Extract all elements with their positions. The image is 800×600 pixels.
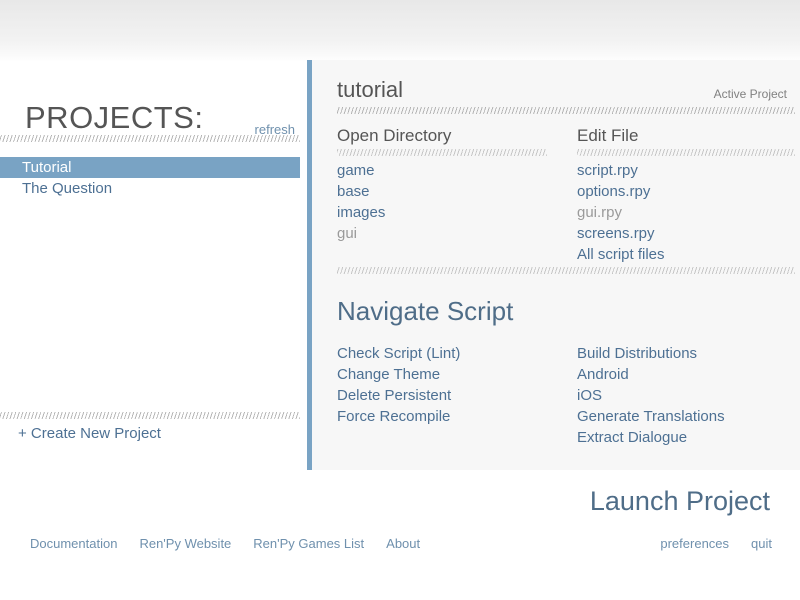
create-project-block: + Create New Project [0, 412, 300, 442]
edit-file-options-rpy[interactable]: options.rpy [577, 181, 795, 202]
create-new-project-button[interactable]: + Create New Project [0, 425, 300, 442]
open-directory-label: Open Directory [337, 126, 458, 146]
open-directory-divider [337, 149, 547, 156]
renpy-launcher-window: PROJECTS: refresh Tutorial The Question +… [0, 0, 800, 600]
footer-link-ren-py-games-list[interactable]: Ren'Py Games List [253, 536, 364, 551]
edit-file-all-script-files[interactable]: All script files [577, 244, 795, 265]
project-detail-panel: tutorial Active Project Open Directory E… [307, 60, 800, 470]
footer-left-links: Documentation Ren'Py Website Ren'Py Games … [30, 536, 420, 551]
nav-build-distributions[interactable]: Build Distributions [577, 343, 795, 364]
open-dir-images[interactable]: images [337, 202, 547, 223]
nav-check-script-lint[interactable]: Check Script (Lint) [337, 343, 567, 364]
active-project-badge: Active Project [713, 87, 787, 101]
footer-link-preferences[interactable]: preferences [660, 536, 729, 551]
edit-file-screens-rpy[interactable]: screens.rpy [577, 223, 795, 244]
open-directory-header: Open Directory [337, 126, 547, 156]
footer-link-documentation[interactable]: Documentation [30, 536, 117, 551]
nav-delete-persistent[interactable]: Delete Persistent [337, 385, 567, 406]
edit-file-gui-rpy: gui.rpy [577, 204, 623, 221]
nav-extract-dialogue[interactable]: Extract Dialogue [577, 427, 795, 448]
project-list-item[interactable]: The Question [0, 178, 300, 199]
header-divider [0, 135, 300, 142]
panel-title-row: tutorial Active Project [337, 77, 795, 114]
project-list-item[interactable]: Tutorial [0, 157, 300, 178]
launch-project-button[interactable]: Launch Project [590, 486, 770, 517]
footer-right-links: preferences quit [660, 536, 772, 551]
edit-file-script-rpy[interactable]: script.rpy [577, 160, 795, 181]
footer-link-quit[interactable]: quit [751, 536, 772, 551]
open-directory-list: game base images gui [337, 160, 547, 244]
nav-generate-translations[interactable]: Generate Translations [577, 406, 795, 427]
navigate-script-divider [337, 267, 795, 274]
nav-ios[interactable]: iOS [577, 385, 795, 406]
footer-link-about[interactable]: About [386, 536, 420, 551]
project-list: Tutorial The Question [0, 157, 300, 199]
nav-android[interactable]: Android [577, 364, 795, 385]
nav-force-recompile[interactable]: Force Recompile [337, 406, 567, 427]
create-project-divider [0, 412, 300, 419]
navigate-script-right-list: Build Distributions Android iOS Generate Tr… [577, 343, 795, 448]
open-dir-game[interactable]: game [337, 160, 547, 181]
active-project-title: tutorial [337, 77, 404, 102]
edit-file-label: Edit File [577, 126, 645, 146]
projects-header: PROJECTS: refresh [0, 100, 300, 142]
open-dir-base[interactable]: base [337, 181, 547, 202]
open-dir-gui: gui [337, 225, 358, 242]
projects-sidebar: PROJECTS: refresh Tutorial The Question +… [0, 0, 307, 600]
navigate-script-title: Navigate Script [337, 296, 514, 326]
edit-file-list: script.rpy options.rpy gui.rpy screens.rpy A… [577, 160, 795, 265]
edit-file-header: Edit File [577, 126, 795, 156]
page-title: PROJECTS: [25, 100, 204, 135]
footer-link-ren-py-website[interactable]: Ren'Py Website [139, 536, 231, 551]
edit-file-divider [577, 149, 795, 156]
navigate-script-left-list: Check Script (Lint) Change Theme Delete Pe… [337, 343, 567, 427]
nav-change-theme[interactable]: Change Theme [337, 364, 567, 385]
panel-title-divider [337, 107, 795, 114]
